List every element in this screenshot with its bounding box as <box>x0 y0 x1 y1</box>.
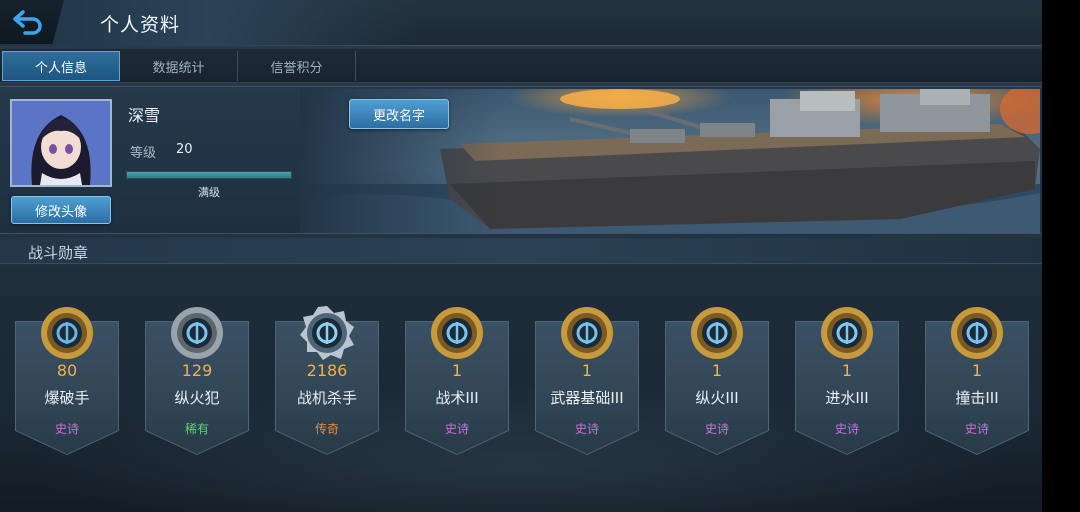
medal-name: 进水III <box>825 389 869 407</box>
medal-count: 80 <box>56 361 78 380</box>
medal-count: 129 <box>181 361 213 380</box>
medal-count: 1 <box>711 361 723 380</box>
medals-list: ❮ 80爆破手史诗129纵火犯稀有2186战机杀手传奇1战术III史诗1武器基础… <box>0 265 1042 512</box>
profile-panel: 修改头像 深雪 等级 20 满级 更改名字 <box>0 86 1042 234</box>
medal-count: 1 <box>581 361 593 380</box>
tab-credit-score[interactable]: 信誉积分 <box>238 51 356 81</box>
flooding-medal-icon <box>821 307 873 359</box>
rename-button[interactable]: 更改名字 <box>349 99 449 129</box>
tab-personal-info[interactable]: 个人信息 <box>2 51 120 81</box>
medal-name: 战术III <box>435 389 479 407</box>
player-name: 深雪 <box>128 106 161 125</box>
tactics-medal-icon <box>431 307 483 359</box>
medal-rarity: 史诗 <box>54 422 79 436</box>
medal-name: 武器基础III <box>550 389 624 407</box>
medal-rarity: 史诗 <box>834 422 859 436</box>
xp-status: 满级 <box>198 186 220 199</box>
medal-count: 2186 <box>306 361 348 380</box>
medal-count: 1 <box>971 361 983 380</box>
medal-name: 纵火III <box>695 389 739 407</box>
anime-girl-avatar-icon <box>12 101 110 185</box>
top-bar: 个人资料 <box>0 0 1042 46</box>
medal-rarity: 史诗 <box>574 422 599 436</box>
medal-rarity: 史诗 <box>964 422 989 436</box>
medal-count: 1 <box>841 361 853 380</box>
section-title: 战斗勋章 <box>28 244 89 262</box>
medal-name: 爆破手 <box>44 389 90 407</box>
demolition-medal-icon <box>41 307 93 359</box>
xp-progress-fill <box>127 172 291 178</box>
arsonist-medal-icon <box>171 307 223 359</box>
title-block <box>0 0 420 46</box>
weapon-basics-medal-icon <box>561 307 613 359</box>
medals-section-header: 战斗勋章 <box>0 238 1042 264</box>
level-label: 等级 <box>130 146 157 161</box>
aircraft-killer-medal-icon <box>300 306 354 360</box>
medal-rarity: 稀有 <box>184 422 209 436</box>
medal-name: 纵火犯 <box>174 389 220 407</box>
medal-rarity: 史诗 <box>704 422 729 436</box>
ramming-medal-icon <box>951 307 1003 359</box>
change-avatar-button[interactable]: 修改头像 <box>11 196 111 224</box>
screen-edge <box>1042 0 1080 512</box>
back-arrow-icon <box>13 10 42 35</box>
tab-statistics[interactable]: 数据统计 <box>120 51 238 81</box>
tab-bar: 个人信息 数据统计 信誉积分 <box>0 49 1042 83</box>
page-title: 个人资料 <box>100 14 181 36</box>
arson-medal-icon <box>691 307 743 359</box>
profile-screen: 个人资料 个人信息 数据统计 信誉积分 修改头像 深雪 等级 20 满级 更改名… <box>0 0 1042 512</box>
level-value: 20 <box>176 142 193 157</box>
medal-count: 1 <box>451 361 463 380</box>
medal-name: 撞击III <box>955 389 999 407</box>
xp-progress-bar <box>126 171 292 179</box>
medal-rarity: 传奇 <box>314 422 339 436</box>
medal-rarity: 史诗 <box>444 422 469 436</box>
medal-name: 战机杀手 <box>296 389 357 407</box>
avatar[interactable] <box>10 99 112 187</box>
